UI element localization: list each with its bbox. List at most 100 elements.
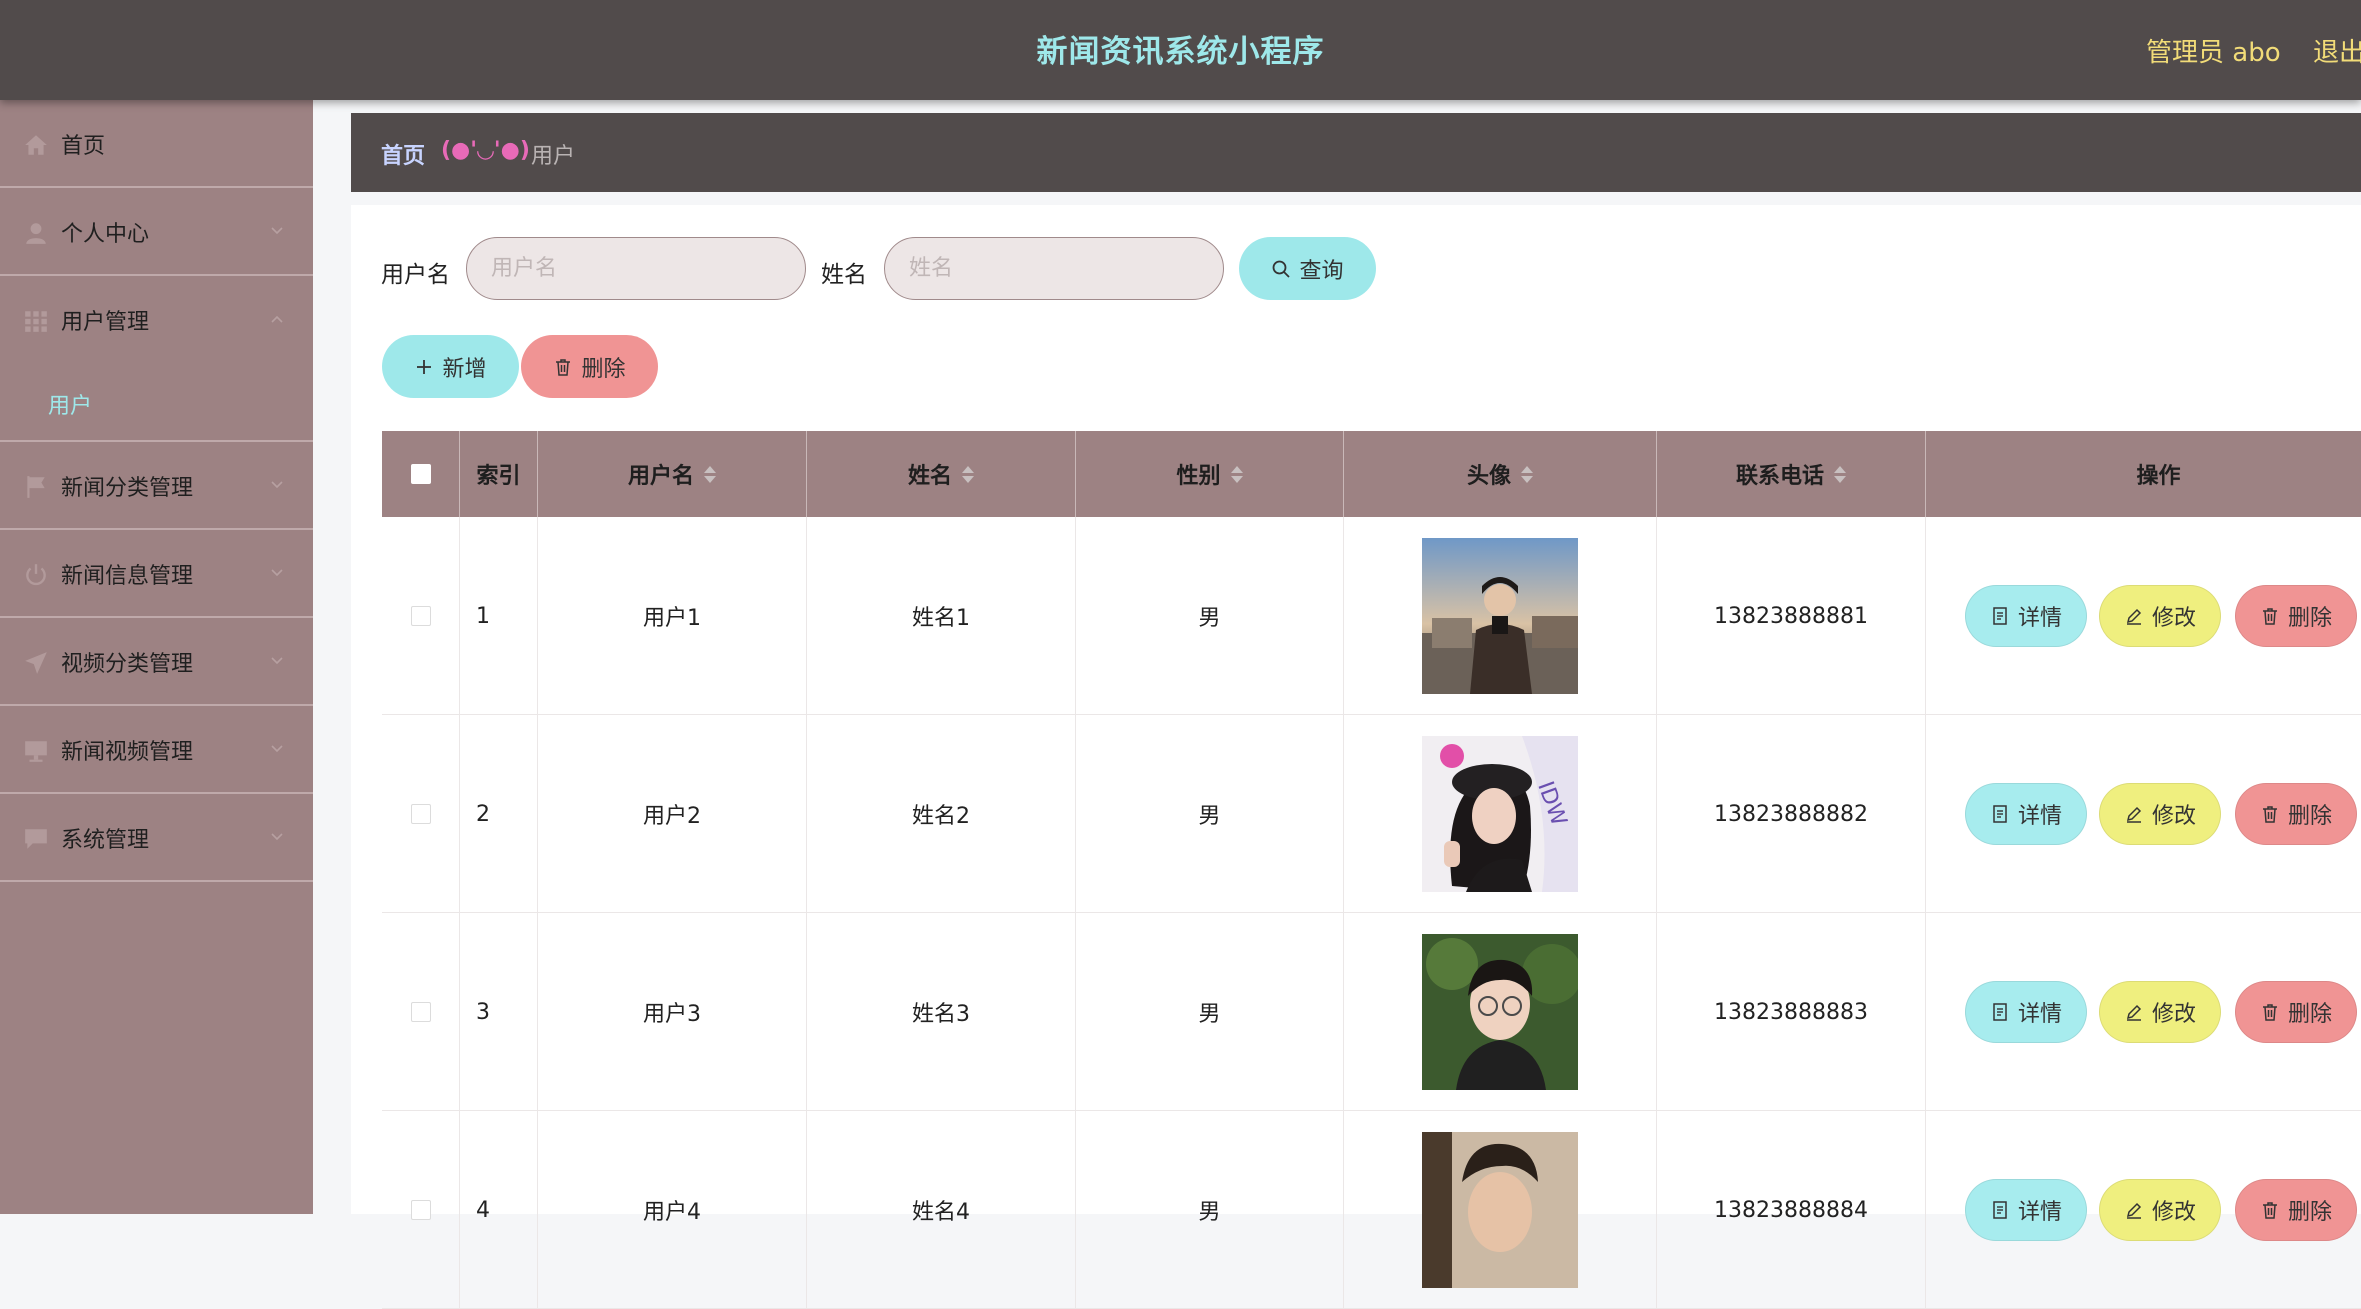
table-row: 3 用户3 姓名3 男 13823888883 详情 修改 删除 [382,913,2361,1111]
sidebar-item-system[interactable]: 系统管理 [0,794,313,882]
name-cell: 姓名1 [807,517,1076,715]
phone-cell: 13823888883 [1657,913,1926,1111]
row-checkbox[interactable] [410,1200,431,1220]
sidebar-item-news-info[interactable]: 新闻信息管理 [0,530,313,618]
header-phone[interactable]: 联系电话 [1657,431,1926,517]
header-gender[interactable]: 性别 [1076,431,1344,517]
detail-button[interactable]: 详情 [1965,585,2087,647]
delete-button[interactable]: 删除 [2235,783,2357,845]
breadcrumb-home[interactable]: 首页 [381,138,425,170]
app-title: 新闻资讯系统小程序 [1036,34,1325,70]
breadcrumb-separator: (●'◡'●) [441,138,530,163]
add-button[interactable]: 新增 [382,335,519,398]
sort-icon[interactable] [704,465,716,483]
edit-button[interactable]: 修改 [2099,1179,2221,1241]
logout-link[interactable]: 退出 [2313,32,2361,69]
actions-cell: 详情 修改 删除 [1926,517,2361,715]
edit-button[interactable]: 修改 [2099,585,2221,647]
chevron-down-icon [271,833,283,841]
document-icon [1993,1201,2007,1219]
phone-cell: 13823888882 [1657,715,1926,913]
trash-icon [2262,608,2277,625]
actions-cell: 详情 修改 删除 [1926,715,2361,913]
pencil-icon [2126,806,2142,823]
name-cell: 姓名2 [807,715,1076,913]
chevron-down-icon [271,227,283,235]
table-row: 4 用户4 姓名4 男 13823888884 详情 修改 删除 [382,1111,2361,1309]
search-button-label: 查询 [1299,258,1344,284]
pencil-icon [2126,1202,2142,1219]
name-cell: 姓名3 [807,913,1076,1111]
home-icon [25,135,47,155]
breadcrumb-current: 用户 [531,144,576,169]
row-checkbox[interactable] [410,1002,431,1022]
sort-icon[interactable] [1230,465,1243,483]
plus-icon [417,359,432,374]
user-icon [26,223,46,244]
sidebar-item-label: 系统管理 [61,828,150,853]
select-all-checkbox[interactable] [410,464,431,484]
main-content: 用户名 姓名 查询 新增 删除 索引 用户名 姓名 性别 头像 联系电话 操作 … [351,205,2361,1309]
monitor-icon [25,741,47,762]
delete-button[interactable]: 删除 [2235,585,2357,647]
sidebar-item-label: 视频分类管理 [61,652,194,677]
sidebar-item-personal-center[interactable]: 个人中心 [0,188,313,276]
chevron-down-icon [271,745,283,753]
sidebar-item-news-category[interactable]: 新闻分类管理 [0,442,313,530]
username-search-input[interactable] [466,237,806,300]
gender-cell: 男 [1076,1111,1344,1309]
edit-button[interactable]: 修改 [2099,783,2221,845]
row-checkbox[interactable] [410,804,431,824]
detail-button[interactable]: 详情 [1965,981,2087,1043]
actions-cell: 详情 修改 删除 [1926,913,2361,1111]
row-select-cell [382,913,460,1111]
delete-button[interactable]: 删除 [2235,1179,2357,1241]
header-avatar[interactable]: 头像 [1344,431,1657,517]
table-row: 2 用户2 姓名2 男 IDW 13823888882 详情 修改 删除 [382,715,2361,913]
document-icon [1993,805,2007,823]
name-search-input[interactable] [884,237,1224,300]
avatar [1422,1132,1578,1288]
document-icon [1993,607,2007,625]
row-checkbox[interactable] [410,606,431,626]
sidebar-item-label: 新闻视频管理 [61,740,194,765]
sort-icon[interactable] [962,465,974,483]
sidebar-item-news-video[interactable]: 新闻视频管理 [0,706,313,794]
detail-button[interactable]: 详情 [1965,783,2087,845]
chevron-up-icon [271,315,283,323]
sidebar-item-video-category[interactable]: 视频分类管理 [0,618,313,706]
avatar: IDW [1422,736,1578,892]
sidebar-subitem-user[interactable]: 用户 [0,364,313,442]
delete-button[interactable]: 删除 [2235,981,2357,1043]
gender-cell: 男 [1076,517,1344,715]
grid-icon [25,311,47,332]
sidebar-item-home[interactable]: 首页 [0,100,313,188]
username-cell: 用户4 [538,1111,807,1309]
search-button[interactable]: 查询 [1239,237,1376,300]
header-name[interactable]: 姓名 [807,431,1076,517]
header-username[interactable]: 用户名 [538,431,807,517]
avatar-cell [1344,1111,1657,1309]
username-label: 用户名 [381,262,450,288]
chevron-down-icon [271,481,283,489]
select-all-cell [382,431,460,517]
trash-icon [2262,806,2277,823]
sort-icon[interactable] [1521,465,1533,483]
edit-button[interactable]: 修改 [2099,981,2221,1043]
sort-icon[interactable] [1834,465,1846,483]
send-icon [25,652,47,674]
sidebar-item-user-management[interactable]: 用户管理 [0,276,313,364]
detail-button[interactable]: 详情 [1965,1179,2087,1241]
index-cell: 2 [460,715,538,913]
phone-cell: 13823888881 [1657,517,1926,715]
username-cell: 用户3 [538,913,807,1111]
sidebar-item-label: 首页 [61,134,106,159]
top-bar: 新闻资讯系统小程序 管理员 abo 退出 [0,0,2361,100]
username-cell: 用户2 [538,715,807,913]
bulk-delete-button[interactable]: 删除 [521,335,658,398]
actions-cell: 详情 修改 删除 [1926,1111,2361,1309]
sidebar-item-label: 用户管理 [61,310,150,335]
bulk-delete-label: 删除 [581,356,626,382]
sidebar-subitem-label: 用户 [48,394,93,419]
avatar-cell [1344,913,1657,1111]
